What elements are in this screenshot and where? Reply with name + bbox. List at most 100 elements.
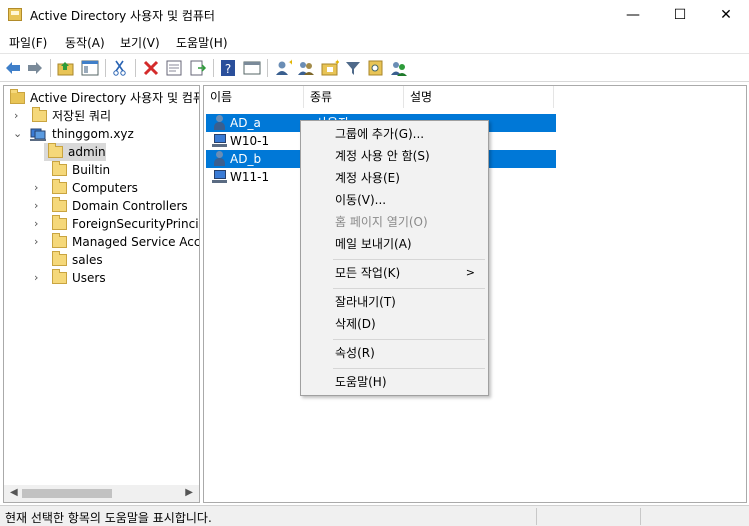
user-icon bbox=[212, 151, 226, 167]
menu-view[interactable]: 보기(V) bbox=[120, 34, 160, 51]
svg-text:✦: ✦ bbox=[288, 59, 292, 67]
find-icon[interactable] bbox=[367, 59, 385, 77]
tree-item-domain-controllers[interactable]: › Domain Controllers bbox=[8, 197, 198, 215]
tree-item-users[interactable]: › Users bbox=[8, 269, 198, 287]
menu-item-move[interactable]: 이동(V)... bbox=[302, 189, 487, 211]
scrollbar-thumb[interactable] bbox=[22, 489, 112, 498]
app-icon bbox=[8, 8, 22, 21]
tree-item-domain[interactable]: ⌄ thinggom.xyz bbox=[8, 125, 198, 143]
menu-separator bbox=[333, 259, 485, 260]
back-arrow-icon[interactable] bbox=[4, 59, 22, 77]
user-icon bbox=[212, 115, 226, 131]
menu-bar: 파일(F) 동작(A) 보기(V) 도움말(H) bbox=[0, 31, 749, 53]
svg-text:✦: ✦ bbox=[334, 59, 339, 67]
chevron-right-icon[interactable]: › bbox=[34, 215, 44, 233]
menu-item-open-home-page: 홈 페이지 열기(O) bbox=[335, 215, 428, 229]
maximize-button[interactable]: ☐ bbox=[657, 0, 703, 30]
submenu-arrow-icon: > bbox=[465, 266, 475, 279]
tree-item-label: Users bbox=[72, 271, 106, 285]
chevron-right-icon[interactable]: › bbox=[34, 179, 44, 197]
ou-folder-icon bbox=[52, 251, 67, 266]
row-name: W11-1 bbox=[230, 170, 270, 184]
cut-icon[interactable] bbox=[111, 59, 129, 77]
tree-item-admin[interactable]: admin bbox=[44, 143, 106, 161]
delete-icon[interactable] bbox=[142, 59, 160, 77]
add-to-group-icon[interactable] bbox=[390, 59, 408, 77]
folder-icon bbox=[52, 215, 67, 230]
status-divider bbox=[536, 508, 537, 525]
tree-horizontal-scrollbar[interactable]: ◀ ▶ bbox=[4, 485, 199, 502]
tree-root-label: Active Directory 사용자 및 컴퓨터 bbox=[30, 91, 200, 105]
column-header-type[interactable]: 종류 bbox=[304, 86, 404, 108]
ou-folder-icon bbox=[52, 197, 67, 212]
new-group-icon[interactable] bbox=[297, 59, 315, 77]
tree-pane[interactable]: Active Directory 사용자 및 컴퓨터 › 저장된 쿼리 ⌄ th… bbox=[3, 85, 200, 503]
menu-help[interactable]: 도움말(H) bbox=[176, 34, 228, 51]
column-header-description[interactable]: 설명 bbox=[404, 86, 554, 108]
folder-icon bbox=[32, 107, 47, 122]
menu-item-add-to-group[interactable]: 그룹에 추가(G)... bbox=[302, 123, 487, 145]
tree-item-label: admin bbox=[68, 145, 106, 159]
chevron-down-icon[interactable]: ⌄ bbox=[13, 125, 23, 143]
tree-item-label: sales bbox=[72, 253, 103, 267]
menu-item-cut[interactable]: 잘라내기(T) bbox=[302, 291, 487, 313]
menu-item-help[interactable]: 도움말(H) bbox=[302, 371, 487, 393]
new-ou-icon[interactable]: ✦ bbox=[321, 59, 339, 77]
menu-separator bbox=[333, 339, 485, 340]
row-name: AD_a bbox=[230, 116, 261, 130]
computer-icon bbox=[212, 170, 227, 183]
tree-item-sales[interactable]: sales bbox=[8, 251, 198, 269]
status-bar: 현재 선택한 항목의 도움말을 표시합니다. bbox=[0, 505, 749, 526]
chevron-right-icon[interactable]: › bbox=[14, 107, 24, 125]
menu-action[interactable]: 동작(A) bbox=[65, 34, 105, 51]
status-divider bbox=[640, 508, 641, 525]
tree-item-saved-queries[interactable]: › 저장된 쿼리 bbox=[8, 107, 198, 125]
row-name: AD_b bbox=[230, 152, 262, 166]
tree-item-label: Computers bbox=[72, 181, 138, 195]
menu-item-delete[interactable]: 삭제(D) bbox=[302, 313, 487, 335]
properties-icon[interactable] bbox=[165, 59, 183, 77]
menu-item-label: 모든 작업(K) bbox=[335, 266, 401, 280]
menu-file[interactable]: 파일(F) bbox=[9, 34, 47, 51]
toolbar: ? ✦ ✦ bbox=[0, 53, 749, 82]
chevron-right-icon[interactable]: › bbox=[34, 233, 44, 251]
chevron-right-icon[interactable]: › bbox=[34, 269, 44, 287]
computer-icon bbox=[212, 134, 227, 147]
ou-folder-icon bbox=[48, 143, 63, 158]
forward-arrow-icon[interactable] bbox=[26, 59, 44, 77]
tree-item-label: thinggom.xyz bbox=[52, 127, 134, 141]
column-header-name[interactable]: 이름 bbox=[204, 86, 304, 108]
context-menu: 그룹에 추가(G)... 계정 사용 안 함(S) 계정 사용(E) 이동(V)… bbox=[300, 120, 489, 396]
tree-item-managed-service-accounts[interactable]: › Managed Service Accounts bbox=[8, 233, 199, 251]
menu-item-enable-account[interactable]: 계정 사용(E) bbox=[302, 167, 487, 189]
console-view-icon[interactable] bbox=[243, 59, 261, 77]
chevron-right-icon[interactable]: › bbox=[34, 197, 44, 215]
tree-item-foreign-security-principals[interactable]: › ForeignSecurityPrincipals bbox=[8, 215, 199, 233]
tree-item-label: 저장된 쿼리 bbox=[52, 109, 112, 123]
row-name: W10-1 bbox=[230, 134, 270, 148]
tree-root[interactable]: Active Directory 사용자 및 컴퓨터 bbox=[8, 89, 200, 107]
domain-icon bbox=[30, 128, 46, 141]
show-hide-tree-icon[interactable] bbox=[81, 59, 99, 77]
title-bar: Active Directory 사용자 및 컴퓨터 — ☐ ✕ bbox=[0, 0, 749, 31]
minimize-button[interactable]: — bbox=[610, 0, 656, 30]
folder-icon bbox=[52, 161, 67, 176]
folder-icon bbox=[52, 269, 67, 284]
tree-item-builtin[interactable]: Builtin bbox=[8, 161, 198, 179]
tree-item-computers[interactable]: › Computers bbox=[8, 179, 198, 197]
export-list-icon[interactable] bbox=[189, 59, 207, 77]
menu-item-disable-account[interactable]: 계정 사용 안 함(S) bbox=[302, 145, 487, 167]
new-user-icon[interactable]: ✦ bbox=[274, 59, 292, 77]
folder-icon bbox=[52, 233, 67, 248]
menu-item-all-tasks[interactable]: 모든 작업(K) > bbox=[302, 262, 487, 284]
filter-icon[interactable] bbox=[344, 59, 362, 77]
menu-item-send-mail[interactable]: 메일 보내기(A) bbox=[302, 233, 487, 255]
svg-text:?: ? bbox=[225, 62, 231, 76]
up-folder-icon[interactable] bbox=[57, 59, 75, 77]
help-icon[interactable]: ? bbox=[219, 59, 237, 77]
scroll-right-arrow-icon[interactable]: ▶ bbox=[185, 487, 193, 498]
menu-separator bbox=[333, 368, 485, 369]
menu-item-properties[interactable]: 속성(R) bbox=[302, 342, 487, 364]
close-button[interactable]: ✕ bbox=[703, 0, 749, 30]
scroll-left-arrow-icon[interactable]: ◀ bbox=[10, 487, 18, 498]
